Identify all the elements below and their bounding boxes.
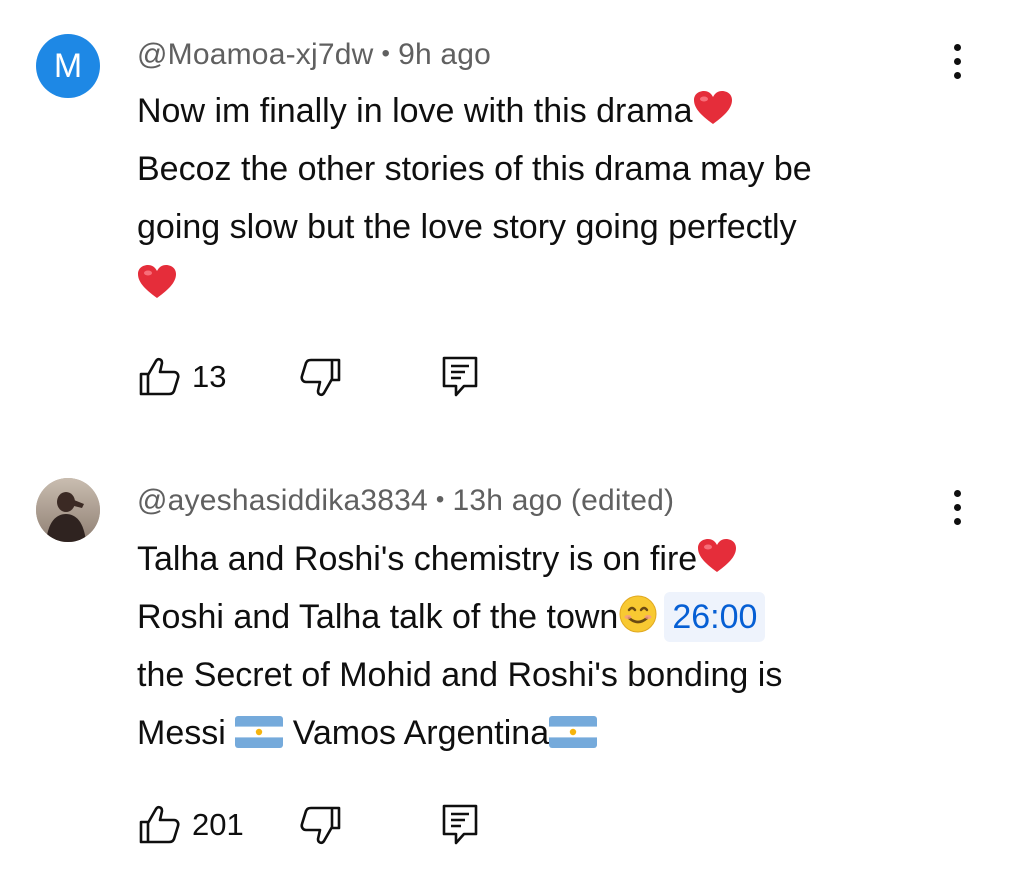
comment-author[interactable]: @ayeshasiddika3834 (137, 484, 428, 517)
comment-line: Messi (137, 714, 226, 752)
comment-line: the Secret of Mohid and Roshi's bonding … (137, 656, 783, 694)
heart-emoji-icon (138, 265, 176, 298)
reply-comment-icon (442, 804, 478, 845)
comment-line: Vamos Argentina (292, 714, 550, 752)
avatar[interactable] (36, 478, 100, 542)
comment-text: Talha and Roshi's chemistry is on fire R… (137, 530, 997, 762)
reply-comment-icon (442, 356, 478, 397)
avatar-photo (36, 478, 100, 542)
argentina-flag-icon (549, 716, 598, 748)
timestamp-link[interactable]: 26:00 (664, 592, 766, 642)
comment-header: @ayeshasiddika3834 • 13h ago (edited) (137, 484, 674, 518)
comment-actions: 201 (138, 800, 538, 850)
comment-actions: 13 (138, 352, 538, 402)
thumbs-down-icon (300, 358, 341, 397)
thumbs-up-icon (139, 805, 180, 844)
dislike-button[interactable] (298, 352, 342, 402)
comment-line: Roshi and Talha talk of the town (137, 598, 619, 636)
avatar[interactable]: M (36, 34, 100, 98)
comment-text: Now im finally in love with this drama B… (137, 82, 997, 314)
like-count: 201 (192, 807, 244, 842)
comment-time: 13h ago (edited) (452, 484, 675, 517)
like-count: 13 (192, 359, 227, 394)
thumbs-down-icon (300, 806, 341, 845)
comment-line: Becoz the other stories of this drama ma… (137, 150, 812, 188)
reply-button[interactable] (440, 352, 480, 402)
like-button[interactable]: 13 (138, 352, 226, 402)
avatar-letter: M (53, 47, 83, 85)
comment-item: @ayeshasiddika3834 • 13h ago (edited) Talh… (0, 440, 1024, 884)
heart-emoji-icon (693, 91, 732, 124)
heart-emoji-icon (698, 539, 737, 572)
comment-line: Now im finally in love with this drama (137, 92, 693, 130)
comment-header: @Moamoa-xj7dw • 9h ago (137, 38, 491, 72)
comment-line: Talha and Roshi's chemistry is on fire (137, 540, 698, 578)
meta-separator: • (381, 40, 391, 67)
comment-author[interactable]: @Moamoa-xj7dw (137, 38, 373, 71)
like-button[interactable]: 201 (138, 800, 244, 850)
more-vertical-icon[interactable] (945, 490, 969, 534)
meta-separator: • (435, 486, 445, 513)
reply-button[interactable] (440, 800, 480, 850)
comment-time: 9h ago (398, 38, 492, 71)
thumbs-up-icon (139, 357, 180, 396)
comment-item: M @Moamoa-xj7dw • 9h ago Now im finally in… (0, 0, 1024, 440)
dislike-button[interactable] (298, 800, 342, 850)
argentina-flag-icon (235, 716, 284, 748)
comment-line: going slow but the love story going perf… (137, 208, 797, 246)
smiling-face-emoji-icon (619, 595, 657, 633)
